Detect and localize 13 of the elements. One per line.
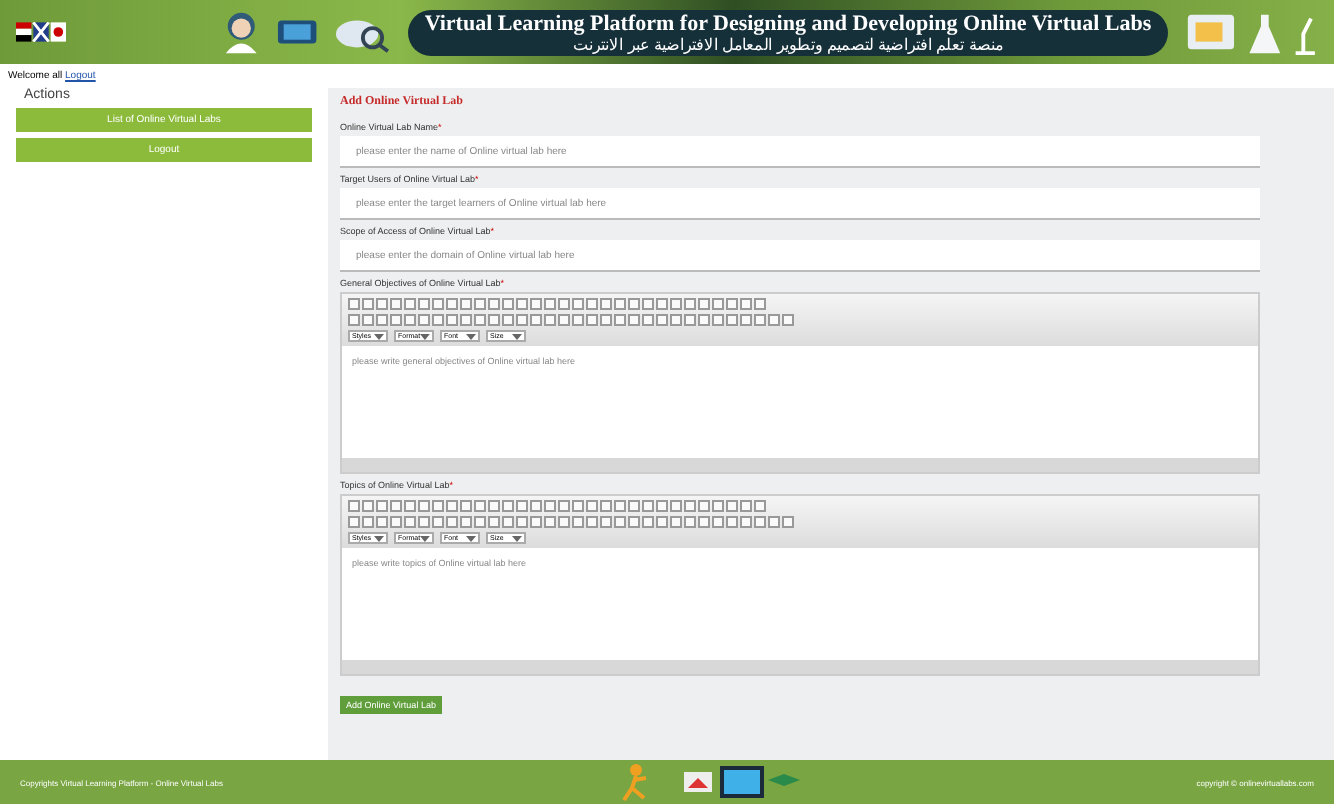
flags-icon — [16, 22, 67, 42]
caret-icon — [420, 535, 430, 541]
caret-icon — [466, 535, 476, 541]
caret-icon — [466, 333, 476, 339]
tablet-icon — [276, 18, 319, 46]
caret-icon — [512, 333, 522, 339]
site-title: Virtual Learning Platform for Designing and Developing Online Virtual Labs — [424, 11, 1152, 35]
caret-icon — [512, 535, 522, 541]
caret-icon — [374, 333, 384, 339]
teacher-icon — [222, 10, 261, 54]
caret-icon — [374, 535, 384, 541]
site-subtitle: منصة تعلم افتراضية لتصميم وتطوير المعامل الافتراضية عبر الانترنت — [573, 35, 1005, 53]
caret-icon — [420, 333, 430, 339]
